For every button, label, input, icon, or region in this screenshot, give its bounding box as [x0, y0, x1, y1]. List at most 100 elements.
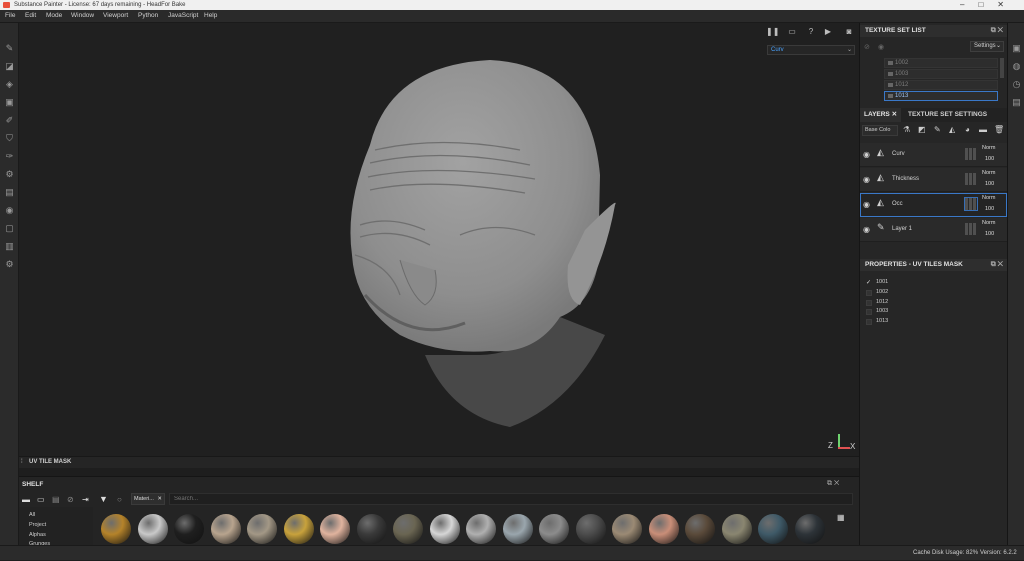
shelf-category-project[interactable]: Project [29, 522, 46, 528]
python-icon[interactable]: ▢ [4, 223, 15, 234]
layer-row[interactable]: ◉ ◭ Curv Norm 100 [860, 143, 1007, 167]
grid-view-icon[interactable]: ▤ [52, 495, 60, 504]
grid-size-icon[interactable]: ▦ [837, 513, 845, 522]
polygon-fill-icon[interactable]: ▣ [4, 97, 15, 108]
history-clock-icon[interactable]: ◷ [1011, 79, 1022, 90]
eraser-icon[interactable]: ◪ [4, 61, 15, 72]
filter-chip[interactable]: Materi... ✕ [131, 493, 165, 505]
layer-opacity[interactable]: 100 [985, 181, 994, 187]
menu-help[interactable]: Help [204, 12, 217, 19]
add-smart-material-icon[interactable]: ◕ [965, 125, 970, 134]
visibility-eye-icon[interactable]: ◉ [863, 175, 870, 184]
circle-filter-icon[interactable]: ○ [117, 495, 122, 504]
import-icon[interactable]: ⇥ [82, 495, 89, 504]
blend-mode[interactable]: Norm [982, 145, 995, 151]
visibility-eye-icon[interactable]: ◉ [863, 225, 870, 234]
close-icon[interactable]: ✕ [892, 111, 897, 118]
material-thumbnail[interactable] [137, 514, 168, 544]
log-icon[interactable]: ▤ [1011, 97, 1022, 108]
blend-mode[interactable]: Norm [982, 170, 995, 176]
hide-icon[interactable]: ⊘ [67, 495, 74, 504]
material-thumbnail[interactable] [466, 514, 496, 544]
material-thumbnail[interactable] [174, 514, 204, 544]
layer-opacity[interactable]: 100 [985, 156, 994, 162]
layer-opacity[interactable]: 100 [985, 231, 994, 237]
uv-tile-checkbox[interactable]: 1002 [866, 288, 888, 297]
layer-opacity[interactable]: 100 [985, 206, 994, 212]
material-thumbnail[interactable] [356, 514, 387, 544]
settings-gear-icon[interactable]: ⚙ [4, 169, 15, 180]
mask-thumbnail[interactable] [965, 173, 977, 185]
material-thumbnail[interactable] [612, 514, 642, 544]
shelf-category-all[interactable]: All [29, 512, 35, 518]
display-settings-icon[interactable]: ◉ [4, 205, 15, 216]
video-camera-icon[interactable]: ▶ [823, 27, 833, 37]
mask-thumbnail[interactable] [965, 223, 977, 235]
clone-icon[interactable]: ⛉ [4, 133, 15, 144]
shelf-search-input[interactable] [169, 493, 853, 505]
eye-icon[interactable]: ◉ [878, 43, 884, 51]
texture-set-settings-dropdown[interactable]: Settings ⌄ [970, 41, 1004, 52]
menu-viewport[interactable]: Viewport [103, 12, 128, 19]
material-thumbnail[interactable] [794, 514, 825, 544]
panel-controls-icon[interactable]: ⧉ ✕ [991, 25, 1003, 37]
material-thumbnail[interactable] [393, 514, 423, 544]
folder-icon[interactable]: ▬ [22, 495, 30, 504]
add-paint-layer-icon[interactable]: ✎ [934, 125, 941, 134]
texture-set-row-active[interactable]: 1013 [884, 91, 998, 101]
uv-tile-mask-bar[interactable]: ⁞ UV TILE MASK [19, 456, 859, 468]
material-thumbnail[interactable] [210, 514, 241, 544]
material-thumbnail[interactable] [320, 514, 350, 544]
camera-frame-icon[interactable]: ▭ [787, 27, 797, 37]
menu-window[interactable]: Window [71, 12, 94, 19]
material-thumbnail[interactable] [502, 514, 533, 544]
texture-set-row[interactable]: 1002 [884, 58, 998, 68]
uv-tile-checkbox[interactable]: 1003 [866, 307, 888, 316]
visibility-eye-icon[interactable]: ◉ [863, 150, 870, 159]
menu-file[interactable]: File [5, 12, 15, 19]
add-folder-icon[interactable]: ▬ [979, 125, 987, 134]
close-icon[interactable]: ✕ [157, 494, 162, 504]
smudge-icon[interactable]: ✐ [4, 115, 15, 126]
menu-javascript[interactable]: JavaScript [168, 12, 198, 19]
material-thumbnail[interactable] [101, 514, 131, 544]
add-fill-layer-icon[interactable]: ◭ [949, 125, 955, 134]
material-thumbnail[interactable] [648, 514, 679, 544]
paint-brush-icon[interactable]: ✎ [4, 43, 15, 54]
texture-set-scrollbar[interactable] [1000, 58, 1004, 78]
display-globe-icon[interactable]: ◍ [1011, 61, 1022, 72]
new-resource-icon[interactable]: ▭ [37, 495, 45, 504]
menu-python[interactable]: Python [138, 12, 158, 19]
texture-set-row[interactable]: 1012 [884, 80, 998, 90]
export-icon[interactable]: ▥ [4, 241, 15, 252]
layer-row[interactable]: ◉ ✎ Layer 1 Norm 100 [860, 218, 1007, 242]
material-thumbnail[interactable] [429, 514, 460, 544]
uv-tile-checkbox[interactable]: 1013 [866, 317, 888, 326]
tab-layers[interactable]: LAYERS ✕ [860, 108, 902, 122]
material-thumbnail[interactable] [758, 514, 788, 544]
filter-icon[interactable]: ▼ [99, 494, 108, 504]
add-effect-icon[interactable]: ⚗ [903, 125, 910, 134]
link-icon[interactable]: ⊘ [864, 43, 870, 51]
help-icon[interactable]: ? [806, 27, 816, 37]
layer-row[interactable]: ◉ ◭ Thickness Norm 100 [860, 168, 1007, 192]
channel-dropdown[interactable]: Base Colo [862, 125, 898, 136]
material-thumbnail[interactable] [685, 514, 715, 544]
projection-icon[interactable]: ◈ [4, 79, 15, 90]
color-picker-icon[interactable]: ✑ [4, 151, 15, 162]
screenshot-icon[interactable]: ◙ [844, 27, 854, 37]
material-thumbnail[interactable] [539, 514, 569, 544]
panel-controls-icon[interactable]: ⧉ ✕ [991, 259, 1003, 271]
bake-icon[interactable]: ▤ [4, 187, 15, 198]
mask-thumbnail[interactable] [965, 148, 977, 160]
panel-controls-icon[interactable]: ⧉ ✕ [827, 480, 839, 488]
layer-row-selected[interactable]: ◉ ◭ Occ Norm 100 [860, 193, 1007, 217]
mask-thumbnail[interactable] [964, 197, 978, 211]
delete-layer-icon[interactable]: 🗑 [994, 125, 1004, 134]
shelf-category-alphas[interactable]: Alphas [29, 532, 46, 538]
menu-edit[interactable]: Edit [25, 12, 36, 19]
window-controls[interactable]: –□✕ [960, 0, 1018, 10]
visibility-eye-icon[interactable]: ◉ [863, 200, 870, 209]
viewport-channel-select[interactable]: Curv ⌄ [767, 45, 855, 55]
material-thumbnail[interactable] [721, 514, 752, 544]
